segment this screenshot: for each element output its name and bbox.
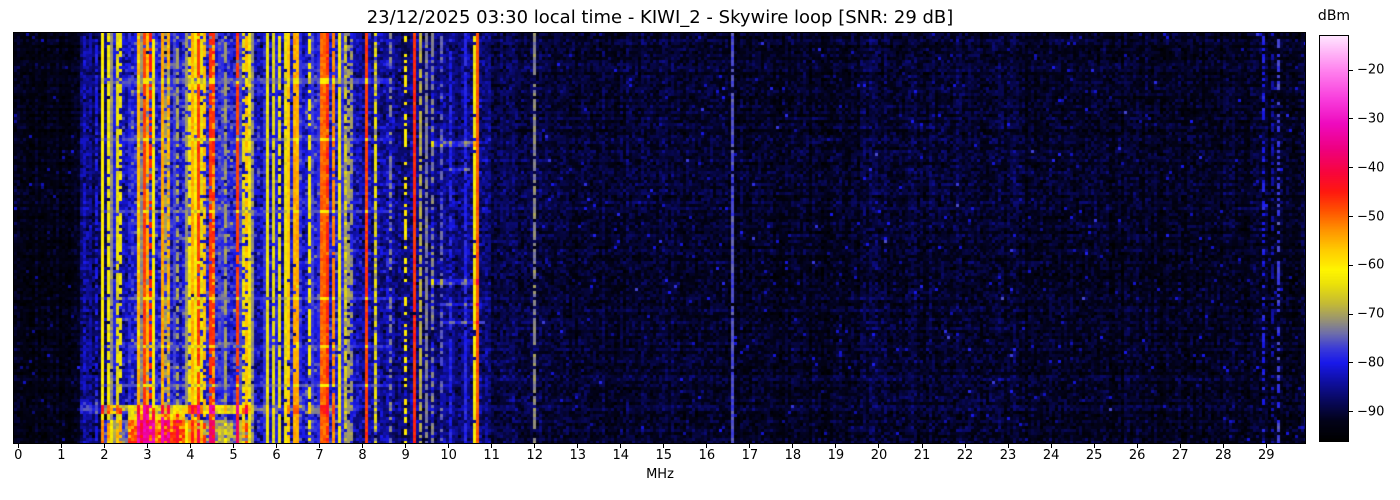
x-tick-label: 21 xyxy=(913,448,931,463)
colorbar-tick xyxy=(1349,313,1353,315)
colorbar-tick-label: −80 xyxy=(1357,355,1385,371)
colorbar-tick xyxy=(1349,69,1353,71)
colorbar-tick xyxy=(1349,362,1353,364)
x-tick-label: 3 xyxy=(143,448,152,463)
colorbar-tick xyxy=(1349,264,1353,266)
x-tick-label: 13 xyxy=(569,448,587,463)
x-tick-label: 7 xyxy=(315,448,324,463)
colorbar-tick-label: −50 xyxy=(1357,209,1385,225)
x-tick-label: 25 xyxy=(1085,448,1103,463)
colorbar-canvas xyxy=(1319,35,1349,442)
x-tick-label: 9 xyxy=(401,448,410,463)
x-tick-label: 28 xyxy=(1214,448,1232,463)
x-tick-label: 24 xyxy=(1042,448,1060,463)
spectrogram-figure: 23/12/2025 03:30 local time - KIWI_2 - S… xyxy=(0,0,1400,500)
colorbar-tick-label: −20 xyxy=(1357,62,1385,78)
x-tick-label: 29 xyxy=(1257,448,1275,463)
colorbar-tick-label: −70 xyxy=(1357,306,1385,322)
x-tick-label: 17 xyxy=(741,448,759,463)
x-tick-label: 18 xyxy=(784,448,802,463)
colorbar-tick-label: −40 xyxy=(1357,160,1385,176)
spectrogram-canvas xyxy=(13,32,1306,444)
x-tick-label: 4 xyxy=(186,448,195,463)
colorbar-title: dBm xyxy=(1317,8,1351,24)
colorbar-tick xyxy=(1349,167,1353,169)
x-tick-label: 8 xyxy=(358,448,367,463)
colorbar-tick xyxy=(1349,411,1353,413)
plot-title: 23/12/2025 03:30 local time - KIWI_2 - S… xyxy=(366,7,954,28)
x-tick-label: 0 xyxy=(14,448,23,463)
colorbar-tick xyxy=(1349,216,1353,218)
x-tick-label: 11 xyxy=(483,448,500,463)
x-tick-label: 6 xyxy=(272,448,281,463)
x-tick-label: 16 xyxy=(698,448,716,463)
x-tick-label: 12 xyxy=(526,448,543,463)
colorbar-tick-label: −60 xyxy=(1357,257,1385,273)
x-tick-label: 1 xyxy=(57,448,66,463)
x-tick-label: 27 xyxy=(1171,448,1189,463)
x-tick-label: 26 xyxy=(1128,448,1146,463)
x-tick-label: 23 xyxy=(999,448,1017,463)
x-tick-label: 10 xyxy=(440,448,457,463)
x-tick-label: 22 xyxy=(956,448,974,463)
x-tick-label: 20 xyxy=(870,448,888,463)
x-tick-label: 5 xyxy=(229,448,238,463)
colorbar-tick xyxy=(1349,118,1353,120)
x-tick-label: 15 xyxy=(655,448,673,463)
x-axis-label: MHz xyxy=(646,467,674,482)
colorbar-tick-label: −90 xyxy=(1357,404,1385,420)
colorbar-tick-label: −30 xyxy=(1357,111,1385,127)
x-tick-label: 19 xyxy=(827,448,845,463)
x-tick-label: 2 xyxy=(100,448,109,463)
x-tick-label: 14 xyxy=(612,448,630,463)
